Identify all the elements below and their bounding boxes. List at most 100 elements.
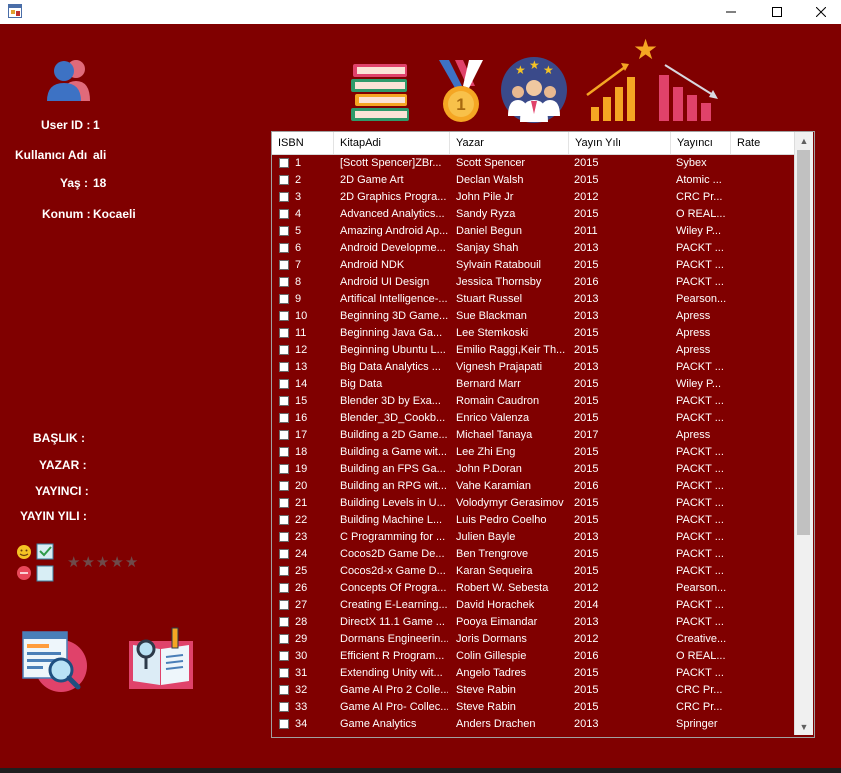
year-cell[interactable]: 2015 bbox=[574, 342, 669, 359]
table-row[interactable]: 23 C Programming for ... Julien Bayle 2013 P… bbox=[272, 529, 794, 546]
publisher-cell[interactable]: Apress bbox=[676, 325, 730, 342]
isbn-cell[interactable]: 34 bbox=[295, 716, 333, 733]
year-cell[interactable]: 2016 bbox=[574, 478, 669, 495]
year-cell[interactable]: 2015 bbox=[574, 155, 669, 172]
row-checkbox[interactable] bbox=[279, 158, 289, 168]
isbn-cell[interactable]: 8 bbox=[295, 274, 333, 291]
publisher-cell[interactable]: CRC Pr... bbox=[676, 699, 730, 716]
row-checkbox[interactable] bbox=[279, 413, 289, 423]
author-cell[interactable]: Anders Drachen bbox=[456, 716, 566, 733]
maximize-button[interactable] bbox=[754, 0, 800, 24]
isbn-cell[interactable]: 10 bbox=[295, 308, 333, 325]
table-row[interactable]: 16 Blender_3D_Cookb... Enrico Valenza 2015 P… bbox=[272, 410, 794, 427]
year-cell[interactable]: 2013 bbox=[574, 240, 669, 257]
row-checkbox[interactable] bbox=[279, 345, 289, 355]
isbn-cell[interactable]: 3 bbox=[295, 189, 333, 206]
scroll-thumb[interactable] bbox=[797, 150, 810, 535]
star-icon[interactable]: ★ bbox=[125, 554, 139, 571]
author-cell[interactable]: Enrico Valenza bbox=[456, 410, 566, 427]
publisher-cell[interactable]: O REAL... bbox=[676, 648, 730, 665]
isbn-cell[interactable]: 23 bbox=[295, 529, 333, 546]
isbn-cell[interactable]: 1 bbox=[295, 155, 333, 172]
table-row[interactable]: 25 Cocos2d-x Game D... Karan Sequeira 2015 P… bbox=[272, 563, 794, 580]
author-cell[interactable]: Steve Rabin bbox=[456, 699, 566, 716]
isbn-cell[interactable]: 25 bbox=[295, 563, 333, 580]
title-cell[interactable]: Big Data Analytics ... bbox=[340, 359, 448, 376]
author-cell[interactable]: Michael Tanaya bbox=[456, 427, 566, 444]
isbn-cell[interactable]: 11 bbox=[295, 325, 333, 342]
year-cell[interactable]: 2015 bbox=[574, 444, 669, 461]
table-row[interactable]: 15 Blender 3D by Exa... Romain Caudron 2015… bbox=[272, 393, 794, 410]
title-cell[interactable]: Creating E-Learning... bbox=[340, 597, 448, 614]
publisher-cell[interactable]: Apress bbox=[676, 308, 730, 325]
isbn-cell[interactable]: 2 bbox=[295, 172, 333, 189]
publisher-cell[interactable]: Pearson... bbox=[676, 291, 730, 308]
row-checkbox[interactable] bbox=[279, 328, 289, 338]
publisher-cell[interactable]: PACKT ... bbox=[676, 478, 730, 495]
column-header-isbn[interactable]: ISBN bbox=[272, 132, 334, 154]
publisher-cell[interactable]: PACKT ... bbox=[676, 359, 730, 376]
table-row[interactable]: 4 Advanced Analytics... Sandy Ryza 2015 O RE… bbox=[272, 206, 794, 223]
books-icon[interactable] bbox=[349, 58, 413, 122]
row-checkbox[interactable] bbox=[279, 294, 289, 304]
author-cell[interactable]: Steve Rabin bbox=[456, 682, 566, 699]
isbn-cell[interactable]: 17 bbox=[295, 427, 333, 444]
isbn-cell[interactable]: 13 bbox=[295, 359, 333, 376]
author-cell[interactable]: Karan Sequeira bbox=[456, 563, 566, 580]
author-cell[interactable]: Joris Dormans bbox=[456, 631, 566, 648]
year-cell[interactable]: 2015 bbox=[574, 172, 669, 189]
isbn-cell[interactable]: 27 bbox=[295, 597, 333, 614]
table-row[interactable]: 7 Android NDK Sylvain Ratabouil 2015 PACKT .… bbox=[272, 257, 794, 274]
table-row[interactable]: 19 Building an FPS Ga... John P.Doran 2015 P… bbox=[272, 461, 794, 478]
table-row[interactable]: 12 Beginning Ubuntu L... Emilio Raggi,Keir… bbox=[272, 342, 794, 359]
year-cell[interactable]: 2015 bbox=[574, 376, 669, 393]
year-cell[interactable]: 2011 bbox=[574, 223, 669, 240]
title-cell[interactable]: Android Developme... bbox=[340, 240, 448, 257]
row-checkbox[interactable] bbox=[279, 260, 289, 270]
books-data-grid[interactable]: ISBN KitapAdi Yazar Yayın Yılı Yayıncı R… bbox=[271, 131, 815, 738]
users-rating-icon[interactable]: ★ ★ ★ bbox=[500, 56, 568, 124]
row-checkbox[interactable] bbox=[279, 175, 289, 185]
table-row[interactable]: 32 Game AI Pro 2 Colle... Steve Rabin 2015 C… bbox=[272, 682, 794, 699]
table-row[interactable]: 22 Building Machine L... Luis Pedro Coelho… bbox=[272, 512, 794, 529]
scroll-up-arrow-icon[interactable]: ▲ bbox=[795, 132, 813, 149]
publisher-cell[interactable]: Creative... bbox=[676, 631, 730, 648]
year-cell[interactable]: 2013 bbox=[574, 529, 669, 546]
title-cell[interactable]: Advanced Analytics... bbox=[340, 206, 448, 223]
isbn-cell[interactable]: 5 bbox=[295, 223, 333, 240]
row-checkbox[interactable] bbox=[279, 226, 289, 236]
author-cell[interactable]: Emilio Raggi,Keir Th... bbox=[456, 342, 566, 359]
row-checkbox[interactable] bbox=[279, 379, 289, 389]
table-row[interactable]: 17 Building a 2D Game... Michael Tanaya 201… bbox=[272, 427, 794, 444]
vertical-scrollbar[interactable]: ▲ ▼ bbox=[794, 132, 813, 735]
publisher-cell[interactable]: O REAL... bbox=[676, 206, 730, 223]
table-row[interactable]: 18 Building a Game wit... Lee Zhi Eng 2015 P… bbox=[272, 444, 794, 461]
table-row[interactable]: 1 [Scott Spencer]ZBr... Scott Spencer 2015 S… bbox=[272, 155, 794, 172]
title-cell[interactable]: Amazing Android Ap... bbox=[340, 223, 448, 240]
title-cell[interactable]: Building Levels in U... bbox=[340, 495, 448, 512]
table-row[interactable]: 21 Building Levels in U... Volodymyr Geras… bbox=[272, 495, 794, 512]
row-checkbox[interactable] bbox=[279, 311, 289, 321]
scroll-down-arrow-icon[interactable]: ▼ bbox=[795, 718, 813, 735]
row-checkbox[interactable] bbox=[279, 702, 289, 712]
author-cell[interactable]: Robert W. Sebesta bbox=[456, 580, 566, 597]
year-cell[interactable]: 2012 bbox=[574, 631, 669, 648]
row-checkbox[interactable] bbox=[279, 583, 289, 593]
author-cell[interactable]: John Pile Jr bbox=[456, 189, 566, 206]
table-row[interactable]: 10 Beginning 3D Game... Sue Blackman 2013 Ap… bbox=[272, 308, 794, 325]
isbn-cell[interactable]: 18 bbox=[295, 444, 333, 461]
row-checkbox[interactable] bbox=[279, 362, 289, 372]
title-cell[interactable]: [Scott Spencer]ZBr... bbox=[340, 155, 448, 172]
medal-icon[interactable]: 1 bbox=[433, 58, 489, 126]
author-cell[interactable]: Declan Walsh bbox=[456, 172, 566, 189]
star-icon[interactable]: ★ bbox=[67, 554, 81, 571]
isbn-cell[interactable]: 16 bbox=[295, 410, 333, 427]
publisher-cell[interactable]: PACKT ... bbox=[676, 563, 730, 580]
year-cell[interactable]: 2012 bbox=[574, 189, 669, 206]
isbn-cell[interactable]: 22 bbox=[295, 512, 333, 529]
isbn-cell[interactable]: 9 bbox=[295, 291, 333, 308]
table-row[interactable]: 9 Artifical Intelligence-... Stuart Russel… bbox=[272, 291, 794, 308]
publisher-cell[interactable]: CRC Pr... bbox=[676, 682, 730, 699]
isbn-cell[interactable]: 12 bbox=[295, 342, 333, 359]
row-checkbox[interactable] bbox=[279, 685, 289, 695]
